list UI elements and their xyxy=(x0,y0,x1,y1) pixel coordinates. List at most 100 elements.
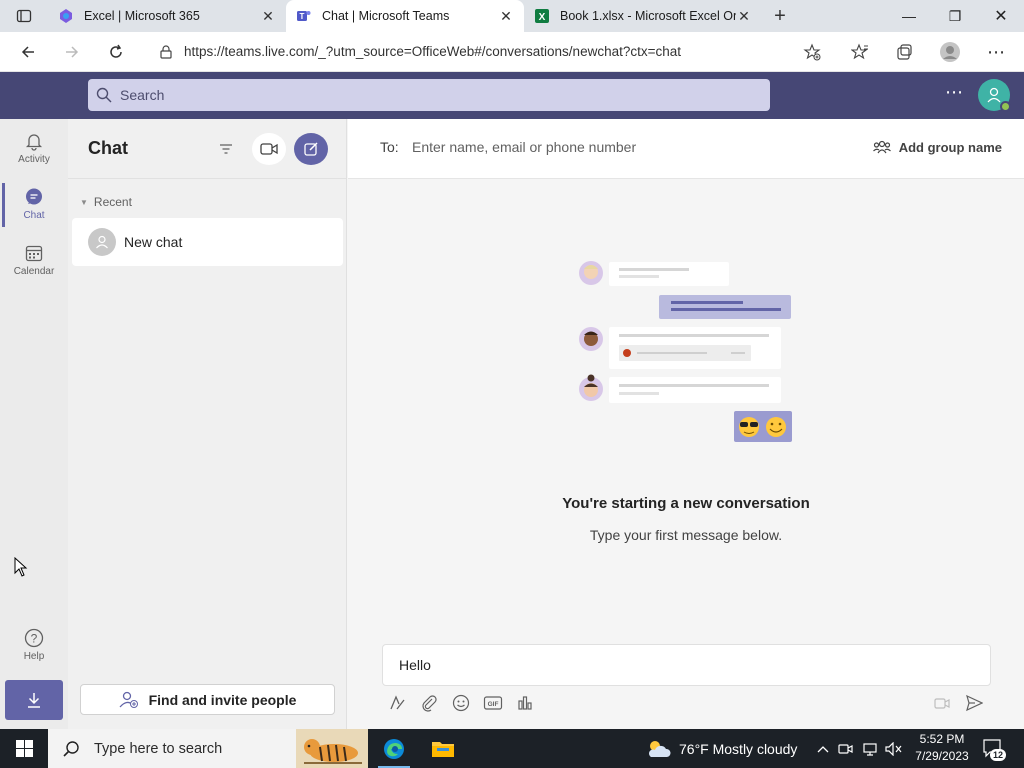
person-icon xyxy=(987,87,1001,103)
add-group-name-button[interactable]: Add group name xyxy=(872,139,1002,155)
poll-icon[interactable] xyxy=(513,691,537,715)
schedule-meeting-icon[interactable] xyxy=(930,691,954,715)
new-tab-icon[interactable]: + xyxy=(762,0,798,32)
avatar-2-icon xyxy=(579,327,603,351)
people-add-icon xyxy=(119,691,138,708)
show-hidden-icons-icon[interactable] xyxy=(814,729,832,768)
app-rail: Activity Chat Calendar ? Help xyxy=(0,119,68,729)
windows-taskbar: Type here to search 76°F Mostly cloudy 5… xyxy=(0,729,1024,768)
rail-label: Calendar xyxy=(13,266,55,277)
windows-start-icon[interactable] xyxy=(0,729,48,768)
recipient-input[interactable]: Enter name, email or phone number xyxy=(412,139,636,155)
teams-header: Search ⋯ xyxy=(0,72,1024,119)
bell-icon xyxy=(25,134,43,151)
edge-taskbar-icon[interactable] xyxy=(370,729,418,768)
rail-label: Chat xyxy=(23,210,45,221)
recent-label: Recent xyxy=(93,195,132,209)
microsoft365-icon xyxy=(60,9,72,23)
tab-excel-book[interactable]: X Book 1.xlsx - Microsoft Excel Onl ✕ xyxy=(524,0,762,32)
search-icon xyxy=(96,87,112,103)
profile-icon[interactable] xyxy=(934,36,966,68)
chat-list-panel: Chat ▼ Recent New chat Find and invite p… xyxy=(68,119,347,729)
add-favorite-icon[interactable] xyxy=(796,36,828,68)
close-tab-icon[interactable]: ✕ xyxy=(498,8,514,25)
invite-label: Find and invite people xyxy=(148,691,297,708)
empty-state-subtitle: Type your first message below. xyxy=(589,527,783,543)
user-avatar[interactable] xyxy=(978,79,1011,112)
tab-title: Chat | Microsoft Teams xyxy=(322,9,450,23)
notification-count: 12 xyxy=(989,749,1006,761)
meet-now-button[interactable] xyxy=(252,133,286,165)
calendar-icon xyxy=(25,245,43,262)
network-icon[interactable] xyxy=(860,729,880,768)
weather-widget[interactable]: 76°F Mostly cloudy xyxy=(645,729,797,768)
rail-item-calendar[interactable]: Calendar xyxy=(0,243,68,277)
compose-icon xyxy=(304,142,318,156)
gif-icon[interactable]: GIF xyxy=(481,691,505,715)
close-tab-icon[interactable]: ✕ xyxy=(736,8,752,25)
tab-excel-365[interactable]: Excel | Microsoft 365 ✕ xyxy=(48,0,286,32)
tab-actions-icon[interactable] xyxy=(0,0,48,32)
minimize-icon[interactable]: — xyxy=(886,0,932,32)
sunglasses-emoji-icon xyxy=(739,417,759,437)
teams-search-input[interactable]: Search xyxy=(88,79,770,111)
svg-text:GIF: GIF xyxy=(488,701,499,708)
forward-icon[interactable] xyxy=(54,36,90,68)
clock-time: 5:52 PM xyxy=(919,732,965,746)
lock-icon[interactable] xyxy=(160,44,172,59)
rail-label: Help xyxy=(23,651,45,662)
send-icon[interactable] xyxy=(962,691,986,715)
taskbar-search-input[interactable]: Type here to search xyxy=(48,729,368,768)
teams-icon: T xyxy=(297,11,311,21)
close-tab-icon[interactable]: ✕ xyxy=(260,8,276,25)
download-app-button[interactable] xyxy=(5,680,63,720)
message-compose-box[interactable]: Hello xyxy=(382,644,991,686)
avatar-3-icon xyxy=(579,374,603,401)
notification-center-icon[interactable]: 12 xyxy=(982,738,1006,761)
recipient-bar: To: Enter name, email or phone number Ad… xyxy=(348,119,1024,179)
collapse-caret-icon: ▼ xyxy=(80,197,88,207)
rail-item-chat[interactable]: Chat xyxy=(0,183,68,227)
tab-title: Book 1.xlsx - Microsoft Excel Onl xyxy=(560,9,736,23)
rail-item-help[interactable]: ? Help xyxy=(0,628,68,662)
svg-text:X: X xyxy=(539,12,546,23)
smiling-emoji-icon xyxy=(766,417,786,437)
refresh-icon[interactable] xyxy=(98,36,134,68)
volume-muted-icon[interactable] xyxy=(884,729,904,768)
file-explorer-icon[interactable] xyxy=(419,729,467,768)
svg-text:T: T xyxy=(300,12,305,21)
restore-icon[interactable]: ❐ xyxy=(932,0,978,32)
format-icon[interactable] xyxy=(385,691,409,715)
close-window-icon[interactable]: ✕ xyxy=(978,0,1024,32)
download-icon xyxy=(28,693,40,708)
people-group-icon xyxy=(872,140,891,154)
filter-button[interactable] xyxy=(209,133,243,165)
to-label: To: xyxy=(380,139,399,155)
emoji-icon[interactable] xyxy=(449,691,473,715)
list-item-label: New chat xyxy=(124,234,183,250)
recent-section-header[interactable]: ▼ Recent xyxy=(80,195,132,209)
rail-item-activity[interactable]: Activity xyxy=(0,131,68,165)
video-camera-icon xyxy=(260,143,278,155)
tab-teams-chat[interactable]: T Chat | Microsoft Teams ✕ xyxy=(286,0,524,32)
find-invite-people-button[interactable]: Find and invite people xyxy=(80,684,335,715)
list-item-new-chat[interactable]: New chat xyxy=(72,218,343,266)
mouse-cursor-icon xyxy=(14,557,28,577)
group-name-label: Add group name xyxy=(898,139,1002,155)
filter-icon xyxy=(220,144,232,154)
presence-available-icon xyxy=(1000,101,1011,112)
conversation-pane: To: Enter name, email or phone number Ad… xyxy=(348,119,1024,729)
more-options-icon[interactable]: ⋯ xyxy=(942,82,966,106)
settings-more-icon[interactable]: ⋯ xyxy=(980,36,1012,68)
url-field[interactable]: https://teams.live.com/_?utm_source=Offi… xyxy=(146,36,836,67)
collections-icon[interactable] xyxy=(888,36,920,68)
back-icon[interactable] xyxy=(10,36,46,68)
tab-title: Excel | Microsoft 365 xyxy=(84,9,200,23)
new-chat-button[interactable] xyxy=(294,133,328,165)
rail-label: Activity xyxy=(18,154,50,165)
attach-file-icon[interactable] xyxy=(417,691,441,715)
url-text: https://teams.live.com/_?utm_source=Offi… xyxy=(184,44,682,59)
taskbar-clock[interactable]: 5:52 PM 7/29/2023 xyxy=(912,731,972,765)
meet-now-tray-icon[interactable] xyxy=(836,729,856,768)
favorites-icon[interactable] xyxy=(844,36,876,68)
